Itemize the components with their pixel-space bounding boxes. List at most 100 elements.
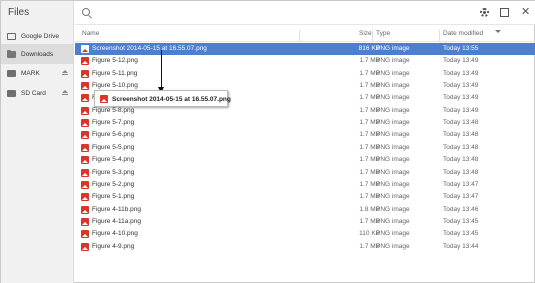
sidebar-item-google-drive[interactable]: Google Drive [1, 26, 74, 46]
file-type: PNG image [376, 143, 410, 151]
drive-icon [7, 32, 16, 40]
image-file-icon [81, 156, 89, 165]
file-date-modified: Today 13:47 [443, 193, 479, 201]
file-date-modified: Today 13:45 [443, 217, 479, 225]
file-name: Figure 5-8.png [92, 106, 135, 114]
image-file-icon [81, 242, 89, 251]
file-type: PNG image [376, 106, 410, 114]
table-row[interactable]: Figure 5-5.png 1.7 MB PNG image Today 13:48 [75, 142, 535, 154]
table-row[interactable]: Figure 4-10.png 110 KB PNG image Today 13:4… [75, 228, 535, 240]
file-date-modified: Today 13:46 [443, 205, 479, 213]
column-headers: Name Size Type Date modified [75, 26, 535, 42]
files-app-window: Files Google Drive Downloads MARK SD Car… [0, 0, 535, 283]
file-name: Figure 5-4.png [92, 156, 135, 164]
file-type: PNG image [376, 131, 410, 139]
maximize-icon[interactable] [500, 8, 509, 17]
search-icon[interactable] [82, 8, 90, 16]
usb-drive-icon [7, 69, 16, 77]
drag-pointer-line [161, 50, 162, 89]
table-row[interactable]: Figure 4-11a.png 1.7 MB PNG image Today 13:… [75, 216, 535, 228]
column-header-date[interactable]: Date modified [443, 30, 483, 37]
image-file-icon [81, 131, 89, 140]
file-type: PNG image [376, 217, 410, 225]
image-file-icon [81, 94, 89, 103]
sidebar-item-sd-card[interactable]: SD Card [1, 83, 74, 103]
column-header-name[interactable]: Name [82, 30, 99, 37]
sd-card-icon [7, 89, 16, 97]
sidebar-item-label: Google Drive [21, 32, 59, 40]
table-row[interactable]: Figure 5-1.png 1.7 MB PNG image Today 13:47 [75, 191, 535, 203]
sidebar-item-mark[interactable]: MARK [1, 63, 74, 83]
sidebar-item-label: Downloads [21, 50, 54, 58]
file-date-modified: Today 13:45 [443, 230, 479, 238]
file-name: Figure 5-11.png [92, 69, 138, 77]
file-name: Figure 5-10.png [92, 82, 138, 90]
file-name: Figure 4-11a.png [92, 217, 142, 225]
image-file-icon [81, 143, 89, 152]
file-date-modified: Today 13:44 [443, 242, 479, 250]
file-type: PNG image [376, 180, 410, 188]
column-divider[interactable] [372, 30, 373, 42]
file-name: Figure 4-10.png [92, 230, 138, 238]
column-divider[interactable] [299, 30, 300, 42]
image-file-icon [81, 119, 89, 128]
table-row[interactable]: Figure 5-3.png 1.7 MB PNG image Today 13:48 [75, 167, 535, 179]
file-type: PNG image [376, 69, 410, 77]
gear-icon[interactable] [480, 8, 489, 17]
file-date-modified: Today 13:48 [443, 168, 479, 176]
image-file-icon [81, 106, 89, 115]
column-divider[interactable] [439, 30, 440, 42]
file-date-modified: Today 13:47 [443, 180, 479, 188]
table-row[interactable]: Figure 4-9.png 1.7 MB PNG image Today 13:44 [75, 241, 535, 253]
file-name: Figure 5-6.png [92, 131, 135, 139]
sidebar-item-label: MARK [21, 69, 40, 77]
file-date-modified: Today 13:49 [443, 82, 479, 90]
file-name: Figure 5-7.png [92, 119, 135, 127]
image-file-icon [81, 230, 89, 239]
file-date-modified: Today 13:48 [443, 119, 479, 127]
file-name: Figure 5-3.png [92, 168, 135, 176]
file-name: Figure 5-12.png [92, 57, 138, 65]
file-type: PNG image [376, 230, 410, 238]
sidebar: Files Google Drive Downloads MARK SD Car… [1, 1, 74, 283]
column-header-type[interactable]: Type [376, 30, 390, 37]
table-row[interactable]: Figure 5-7.png 1.7 MB PNG image Today 13:48 [75, 117, 535, 129]
table-row[interactable]: Figure 5-4.png 1.7 MB PNG image Today 13:48 [75, 154, 535, 166]
image-file-icon [81, 82, 89, 91]
drag-preview-label: Screenshot 2014-05-15 at 16.55.07.png [112, 96, 231, 103]
column-header-size[interactable]: Size [359, 30, 372, 37]
file-name: Figure 5-2.png [92, 180, 135, 188]
file-date-modified: Today 13:49 [443, 106, 479, 114]
eject-icon[interactable] [62, 70, 68, 76]
file-type: PNG image [376, 242, 410, 250]
file-type: PNG image [376, 45, 410, 52]
table-row[interactable]: Figure 5-11.png 1.7 MB PNG image Today 13:4… [75, 68, 535, 80]
image-file-icon [81, 168, 89, 177]
image-file-icon [81, 57, 89, 66]
app-title: Files [8, 7, 30, 18]
folder-icon [7, 49, 16, 58]
eject-icon[interactable] [62, 90, 68, 96]
table-row[interactable]: Screenshot 2014-05-15 at 16.55.07.png 816… [75, 43, 535, 55]
file-name: Figure 5-5.png [92, 143, 135, 151]
image-file-icon [81, 180, 89, 189]
file-type: PNG image [376, 119, 410, 127]
file-date-modified: Today 13:49 [443, 69, 479, 77]
sidebar-item-downloads[interactable]: Downloads [1, 44, 74, 64]
file-type: PNG image [376, 156, 410, 164]
file-date-modified: Today 13:48 [443, 156, 479, 164]
image-file-icon [81, 69, 89, 78]
file-name: Figure 4-9.png [92, 242, 135, 250]
table-row[interactable]: Figure 5-6.png 1.7 MB PNG image Today 13:48 [75, 129, 535, 141]
file-list: Screenshot 2014-05-15 at 16.55.07.png 816… [75, 43, 535, 283]
file-name: Figure 5-1.png [92, 193, 135, 201]
file-type: PNG image [376, 193, 410, 201]
file-type: PNG image [376, 94, 410, 102]
file-name: Screenshot 2014-05-15 at 16.55.07.png [92, 45, 207, 52]
drag-preview: Screenshot 2014-05-15 at 16.55.07.png [94, 90, 231, 107]
table-row[interactable]: Figure 5-12.png 1.7 MB PNG image Today 13:4… [75, 55, 535, 67]
close-icon[interactable]: ✕ [521, 7, 530, 18]
table-row[interactable]: Figure 4-11b.png 1.8 MB PNG image Today 13:… [75, 204, 535, 216]
table-row[interactable]: Figure 5-2.png 1.7 MB PNG image Today 13:47 [75, 179, 535, 191]
image-file-icon [81, 193, 89, 202]
